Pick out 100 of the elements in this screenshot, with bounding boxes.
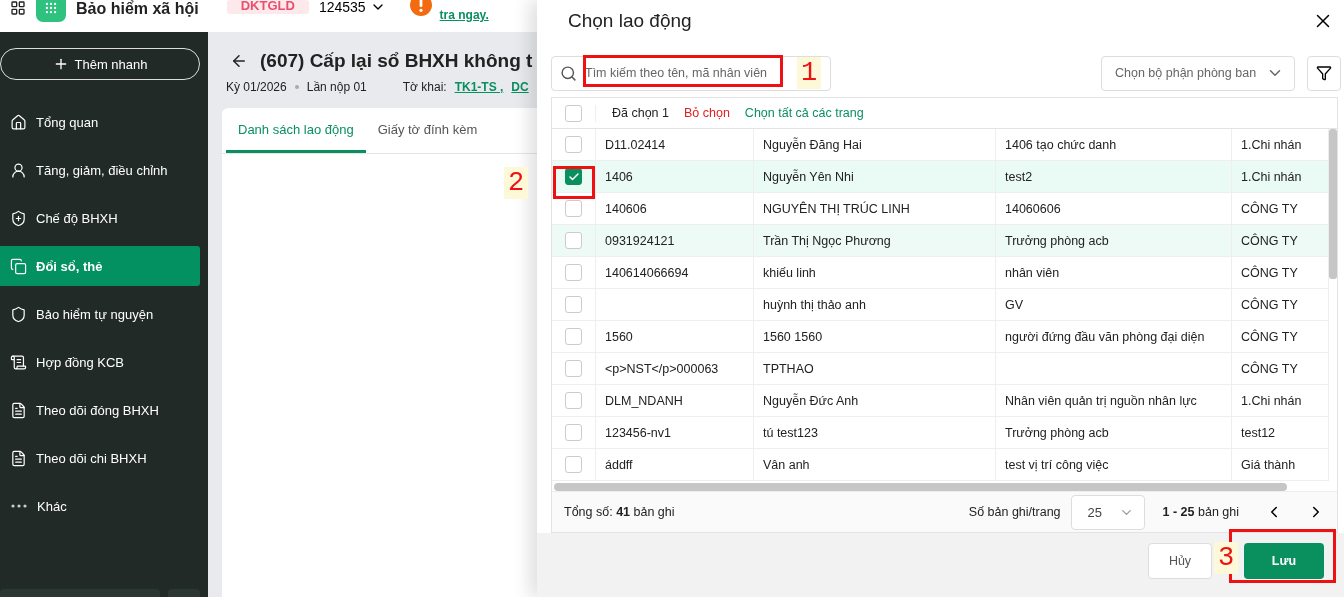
table-cell: 1406 xyxy=(605,169,633,184)
table-row[interactable]: áddff Vân anh test vị trí công việc Giá thành xyxy=(552,449,1329,481)
check-icon xyxy=(567,170,580,183)
sidebar-item[interactable]: Tăng, giảm, điều chỉnh xyxy=(0,150,200,190)
row-checkbox[interactable] xyxy=(565,296,582,313)
annotation-number: 3 xyxy=(1214,542,1238,574)
shield-icon xyxy=(10,209,27,227)
sidebar-item[interactable]: Tổng quan xyxy=(0,102,200,142)
app-name: Bảo hiểm xã hội xyxy=(76,0,199,18)
table-cell: Nguyễn Đăng Hai xyxy=(763,137,862,152)
table-cell: CÔNG TY xyxy=(1241,329,1298,344)
filter-icon xyxy=(1316,65,1332,81)
user-icon xyxy=(10,161,27,179)
sidebar-item[interactable]: Khác xyxy=(0,486,200,526)
table-row[interactable]: D11.02414 Nguyễn Đăng Hai 1406 tạo chức danh 1.Chi nhán xyxy=(552,129,1329,161)
annotation-frame xyxy=(553,166,595,199)
table-cell: GV xyxy=(1005,297,1024,312)
table-cell: tú test123 xyxy=(763,425,818,440)
annotation-number: 2 xyxy=(504,167,528,199)
department-select[interactable]: Chọn bộ phận phòng ban xyxy=(1101,55,1295,91)
sidebar-item[interactable]: Hợp đồng KCB xyxy=(0,342,200,382)
table-cell: 1560 1560 xyxy=(763,329,823,344)
per-page-select[interactable]: 25 xyxy=(1070,494,1145,530)
table-row[interactable]: 140606 NGUYÊN THỊ TRÚC LINH 14060606 CÔNG TY xyxy=(552,193,1329,225)
tab[interactable]: Giấy tờ đính kèm xyxy=(365,108,490,153)
table-row[interactable]: huỳnh thị thảo anh GV CÔNG TY xyxy=(552,289,1329,321)
scroll-icon xyxy=(10,353,27,371)
table-cell: CÔNG TY xyxy=(1241,265,1298,280)
table-cell: 140606 xyxy=(605,201,647,216)
filter-button[interactable] xyxy=(1307,55,1341,91)
copy-icon xyxy=(10,257,27,275)
cancel-button[interactable]: Hủy xyxy=(1148,543,1212,579)
table-row[interactable]: 1560 1560 1560 người đứng đầu văn phòng đại diện CÔNG TY xyxy=(552,321,1329,353)
table-row[interactable]: 123456-nv1 tú test123 Trưởng phòng acb test12 xyxy=(552,417,1329,449)
search-icon xyxy=(560,64,577,82)
shield-icon xyxy=(10,305,27,323)
selected-count: Đã chọn 1 xyxy=(612,106,669,120)
home-icon xyxy=(10,113,27,131)
table-cell: TPTHAO xyxy=(763,361,814,376)
page-title: (607) Cấp lại sổ BHXH không t xyxy=(260,50,533,72)
save-button[interactable]: Lưu xyxy=(1244,543,1324,579)
table-cell: Vân anh xyxy=(763,457,810,472)
table-row[interactable]: DLM_NDANH Nguyễn Đức Anh Nhân viên quản trị nguồn nhân lực 1.Chi nhán xyxy=(552,385,1329,417)
more-icon xyxy=(11,504,27,508)
sidebar-item[interactable]: Đổi sổ, thẻ xyxy=(0,246,200,286)
row-checkbox[interactable] xyxy=(565,328,582,345)
per-page-label: Số bản ghi/trang xyxy=(968,505,1061,519)
table-cell: huỳnh thị thảo anh xyxy=(763,297,866,312)
horizontal-scrollbar[interactable] xyxy=(554,483,1287,491)
table-cell: nhân viên xyxy=(1005,265,1060,280)
table-row[interactable]: 0931924121 Trần Thị Ngọc Phương Trưởng phòng acb CÔNG TY xyxy=(552,225,1329,257)
table-cell: 123456-nv1 xyxy=(605,425,672,440)
vertical-scrollbar[interactable] xyxy=(1329,129,1337,279)
unit-code-badge: DKTGLD xyxy=(226,0,309,14)
table-cell: 1560 xyxy=(605,329,633,344)
unit-selector[interactable]: 124535 xyxy=(318,0,386,15)
sidebar-item[interactable]: Theo dõi chi BHXH xyxy=(0,438,200,478)
table-cell: test12 xyxy=(1241,425,1276,440)
table-cell: Trưởng phòng acb xyxy=(1005,233,1109,248)
sidebar-item[interactable]: Theo dõi đóng BHXH xyxy=(0,390,200,430)
apps-grid-icon[interactable] xyxy=(10,0,26,16)
table-cell: Nguyễn Đức Anh xyxy=(763,393,859,408)
table-cell: 140614066694 xyxy=(605,265,689,280)
clear-selection-link[interactable]: Bỏ chọn xyxy=(684,106,730,120)
sidebar-item[interactable]: Chế độ BHXH xyxy=(0,198,200,238)
table-cell: test vị trí công việc xyxy=(1005,457,1109,472)
table-cell: 0931924121 xyxy=(605,233,675,248)
table-cell: NGUYÊN THỊ TRÚC LINH xyxy=(763,201,910,216)
tab[interactable]: Danh sách lao động xyxy=(226,108,366,153)
table-cell: CÔNG TY xyxy=(1241,297,1298,312)
document-icon xyxy=(10,449,27,467)
select-all-pages-link[interactable]: Chọn tất cả các trang xyxy=(744,106,864,120)
row-checkbox[interactable] xyxy=(565,264,582,281)
table-cell: Nguyễn Yên Nhi xyxy=(763,169,854,184)
table-cell: khiếu linh xyxy=(763,265,816,280)
submission-text: Lần nộp 01 xyxy=(306,80,367,94)
table-cell: <p>NST</p>000063 xyxy=(605,361,719,376)
table-cell: 1.Chi nhán xyxy=(1241,393,1302,408)
table-row[interactable]: 1406 Nguyễn Yên Nhi test2 1.Chi nhán xyxy=(552,161,1329,193)
select-all-checkbox[interactable] xyxy=(565,104,582,122)
table-row[interactable]: <p>NST</p>000063 TPTHAO CÔNG TY xyxy=(552,353,1329,385)
total-records-text: Tổng số: 41 bản ghi xyxy=(564,505,675,519)
table-cell: Trần Thị Ngọc Phương xyxy=(763,233,891,248)
sidebar-item[interactable]: Bảo hiểm tự nguyện xyxy=(0,294,200,334)
table-row[interactable]: 140614066694 khiếu linh nhân viên CÔNG TY xyxy=(552,257,1329,289)
row-checkbox[interactable] xyxy=(565,392,582,409)
dialog-title: Chọn lao động xyxy=(568,10,692,32)
annotation-number: 1 xyxy=(797,57,821,89)
period-text: Kỳ 01/2026 xyxy=(226,80,287,94)
table-cell: 1406 tạo chức danh xyxy=(1005,137,1117,152)
row-checkbox[interactable] xyxy=(565,424,582,441)
row-checkbox[interactable] xyxy=(565,200,582,217)
row-checkbox[interactable] xyxy=(565,136,582,153)
row-checkbox[interactable] xyxy=(565,360,582,377)
table-cell: DLM_NDANH xyxy=(605,393,683,408)
alert-link[interactable]: tra ngay. xyxy=(439,8,489,22)
row-checkbox[interactable] xyxy=(565,232,582,249)
table-cell: CÔNG TY xyxy=(1241,361,1298,376)
document-icon xyxy=(10,401,27,419)
row-checkbox[interactable] xyxy=(565,456,582,473)
